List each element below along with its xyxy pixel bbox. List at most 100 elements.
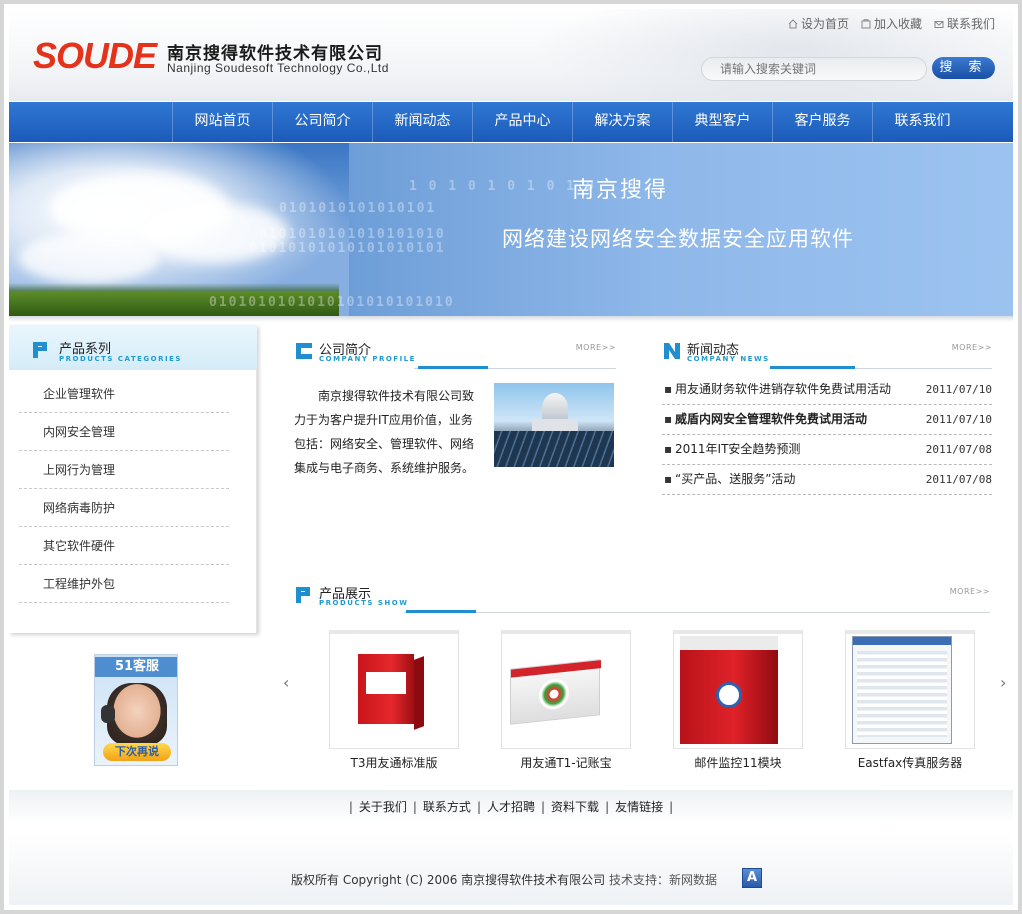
nav-clients[interactable]: 典型客户: [672, 102, 772, 142]
news-item[interactable]: ▪ 用友通财务软件进销存软件免费试用活动 2011/07/10: [662, 375, 992, 405]
set-homepage-label: 设为首页: [800, 17, 849, 31]
product-image[interactable]: [329, 630, 459, 749]
nav-service[interactable]: 客户服务: [772, 102, 872, 142]
box-stripe: [511, 660, 601, 678]
home-icon: [788, 18, 798, 28]
product-categories-subtitle: PRODUCTS CATEGORIES: [59, 355, 182, 363]
footer-link-about[interactable]: 关于我们: [359, 800, 407, 814]
box-top: [680, 636, 778, 650]
letter-c-icon: [296, 343, 312, 359]
separator: |: [348, 800, 353, 814]
box-side: [414, 656, 424, 730]
page-frame: SOUDE 南京搜得软件技术有限公司 Nanjing Soudesoft Tec…: [0, 0, 1022, 914]
category-item[interactable]: 其它软件硬件: [19, 527, 229, 565]
tech-support-link[interactable]: 技术支持：新网数据: [609, 873, 717, 887]
banner-binary: 0101010101010101010101010: [209, 295, 455, 310]
category-item[interactable]: 工程维护外包: [19, 565, 229, 603]
footer-link-contact[interactable]: 联系方式: [423, 800, 471, 814]
product-image[interactable]: [845, 630, 975, 749]
news-list: ▪ 用友通财务软件进销存软件免费试用活动 2011/07/10 ▪ 威盾内网安全…: [662, 375, 992, 495]
product-name[interactable]: 用友通T1-记账宝: [491, 754, 641, 771]
banner-shadow: [9, 316, 1013, 322]
screen-titlebar: [853, 637, 951, 645]
banner-binary: 1 0 1 0 1 0 1 0 1 0: [409, 179, 596, 194]
main-nav: 网站首页 公司简介 新闻动态 产品中心 解决方案 典型客户 客户服务 联系我们: [9, 102, 1013, 142]
copyright-line: 版权所有 Copyright (C) 2006 南京搜得软件技术有限公司 技术支…: [291, 871, 717, 888]
intro-photo: [494, 383, 614, 467]
news-title-text[interactable]: 2011年IT安全趋势预测: [675, 435, 800, 464]
category-list: 企业管理软件 内网安全管理 上网行为管理 网络病毒防护 其它软件硬件 工程维护外…: [19, 375, 229, 603]
news-title-text[interactable]: “买产品、送服务”活动: [675, 465, 795, 494]
contact-us-top-link[interactable]: 联系我们: [934, 15, 995, 32]
bullet-icon: ▪: [664, 412, 673, 426]
footer-link-friends[interactable]: 友情链接: [615, 800, 663, 814]
add-favorite-link[interactable]: 加入收藏: [861, 15, 922, 32]
products-subtitle: PRODUCTS SHOW: [319, 599, 409, 607]
news-more-link[interactable]: MORE>>: [952, 343, 992, 352]
product-card[interactable]: 邮件监控11模块: [673, 630, 805, 780]
category-item[interactable]: 企业管理软件: [19, 375, 229, 413]
software-box-graphic: [510, 659, 601, 725]
bullet-icon: ▪: [664, 472, 673, 486]
news-title-text[interactable]: 威盾内网安全管理软件免费试用活动: [675, 405, 867, 434]
header-accent-bar: [406, 610, 476, 613]
intro-more-link[interactable]: MORE>>: [576, 343, 616, 352]
intro-subtitle: COMPANY PROFILE: [319, 355, 416, 363]
category-item[interactable]: 内网安全管理: [19, 413, 229, 451]
service-status[interactable]: 下次再说: [103, 743, 171, 761]
logo-text[interactable]: SOUDE: [33, 35, 157, 77]
product-card[interactable]: T3用友通标准版: [329, 630, 461, 780]
letter-n-icon: [664, 343, 680, 359]
product-card[interactable]: Eastfax传真服务器: [845, 630, 977, 780]
news-item[interactable]: ▪ 威盾内网安全管理软件免费试用活动 2011/07/10: [662, 405, 992, 435]
news-date: 2011/07/10: [925, 413, 992, 426]
news-header: 新闻动态 COMPANY NEWS MORE>>: [662, 339, 992, 369]
header-accent-bar: [418, 366, 488, 369]
news-item[interactable]: ▪ 2011年IT安全趋势预测 2011/07/08: [662, 435, 992, 465]
top-links: 设为首页 加入收藏 联系我们: [788, 15, 995, 32]
product-image[interactable]: [673, 630, 803, 749]
bullet-icon: ▪: [664, 382, 673, 396]
mail-icon: [934, 20, 944, 28]
product-name[interactable]: 邮件监控11模块: [663, 754, 813, 771]
separator: |: [605, 800, 610, 814]
news-subtitle: COMPANY NEWS: [687, 355, 770, 363]
search-button[interactable]: 搜 索: [932, 57, 995, 79]
online-service-widget[interactable]: 51客服 下次再说: [94, 654, 178, 766]
category-item[interactable]: 上网行为管理: [19, 451, 229, 489]
box-emblem: [716, 682, 742, 708]
banner: 1 0 1 0 1 0 1 0 1 0 0101010101010101 010…: [9, 143, 1013, 316]
nav-about[interactable]: 公司简介: [272, 102, 372, 142]
product-card[interactable]: 用友通T1-记账宝: [501, 630, 633, 780]
site-badge-icon[interactable]: A: [742, 868, 762, 888]
nav-solutions[interactable]: 解决方案: [572, 102, 672, 142]
nav-home[interactable]: 网站首页: [172, 102, 272, 142]
banner-binary: 0101010101010101010: [259, 227, 446, 242]
software-box-graphic: [680, 636, 778, 744]
footer-link-jobs[interactable]: 人才招聘: [487, 800, 535, 814]
news-item[interactable]: ▪ “买产品、送服务”活动 2011/07/08: [662, 465, 992, 495]
product-name[interactable]: T3用友通标准版: [319, 754, 469, 771]
separator: |: [669, 800, 674, 814]
nav-news[interactable]: 新闻动态: [372, 102, 472, 142]
chevron-left-icon[interactable]: ‹: [283, 673, 289, 692]
bookmark-icon: [861, 18, 871, 28]
set-homepage-link[interactable]: 设为首页: [788, 15, 849, 32]
product-name[interactable]: Eastfax传真服务器: [835, 754, 985, 771]
search-input[interactable]: [720, 62, 910, 76]
banner-cloud: [19, 233, 159, 283]
nav-contact[interactable]: 联系我们: [872, 102, 972, 142]
category-item[interactable]: 网络病毒防护: [19, 489, 229, 527]
header-accent-bar: [770, 366, 855, 369]
chevron-right-icon[interactable]: ›: [1000, 673, 1006, 692]
news-date: 2011/07/10: [925, 383, 992, 396]
product-image[interactable]: [501, 630, 631, 749]
nav-products[interactable]: 产品中心: [472, 102, 572, 142]
software-screenshot-graphic: [852, 636, 952, 744]
company-name-en: Nanjing Soudesoft Technology Co.,Ltd: [167, 61, 389, 75]
banner-binary: 01010101010101010101: [249, 241, 446, 256]
news-title-text[interactable]: 用友通财务软件进销存软件免费试用活动: [675, 375, 891, 404]
footer-link-downloads[interactable]: 资料下载: [551, 800, 599, 814]
letter-p-icon: [33, 342, 47, 358]
products-more-link[interactable]: MORE>>: [950, 587, 990, 596]
